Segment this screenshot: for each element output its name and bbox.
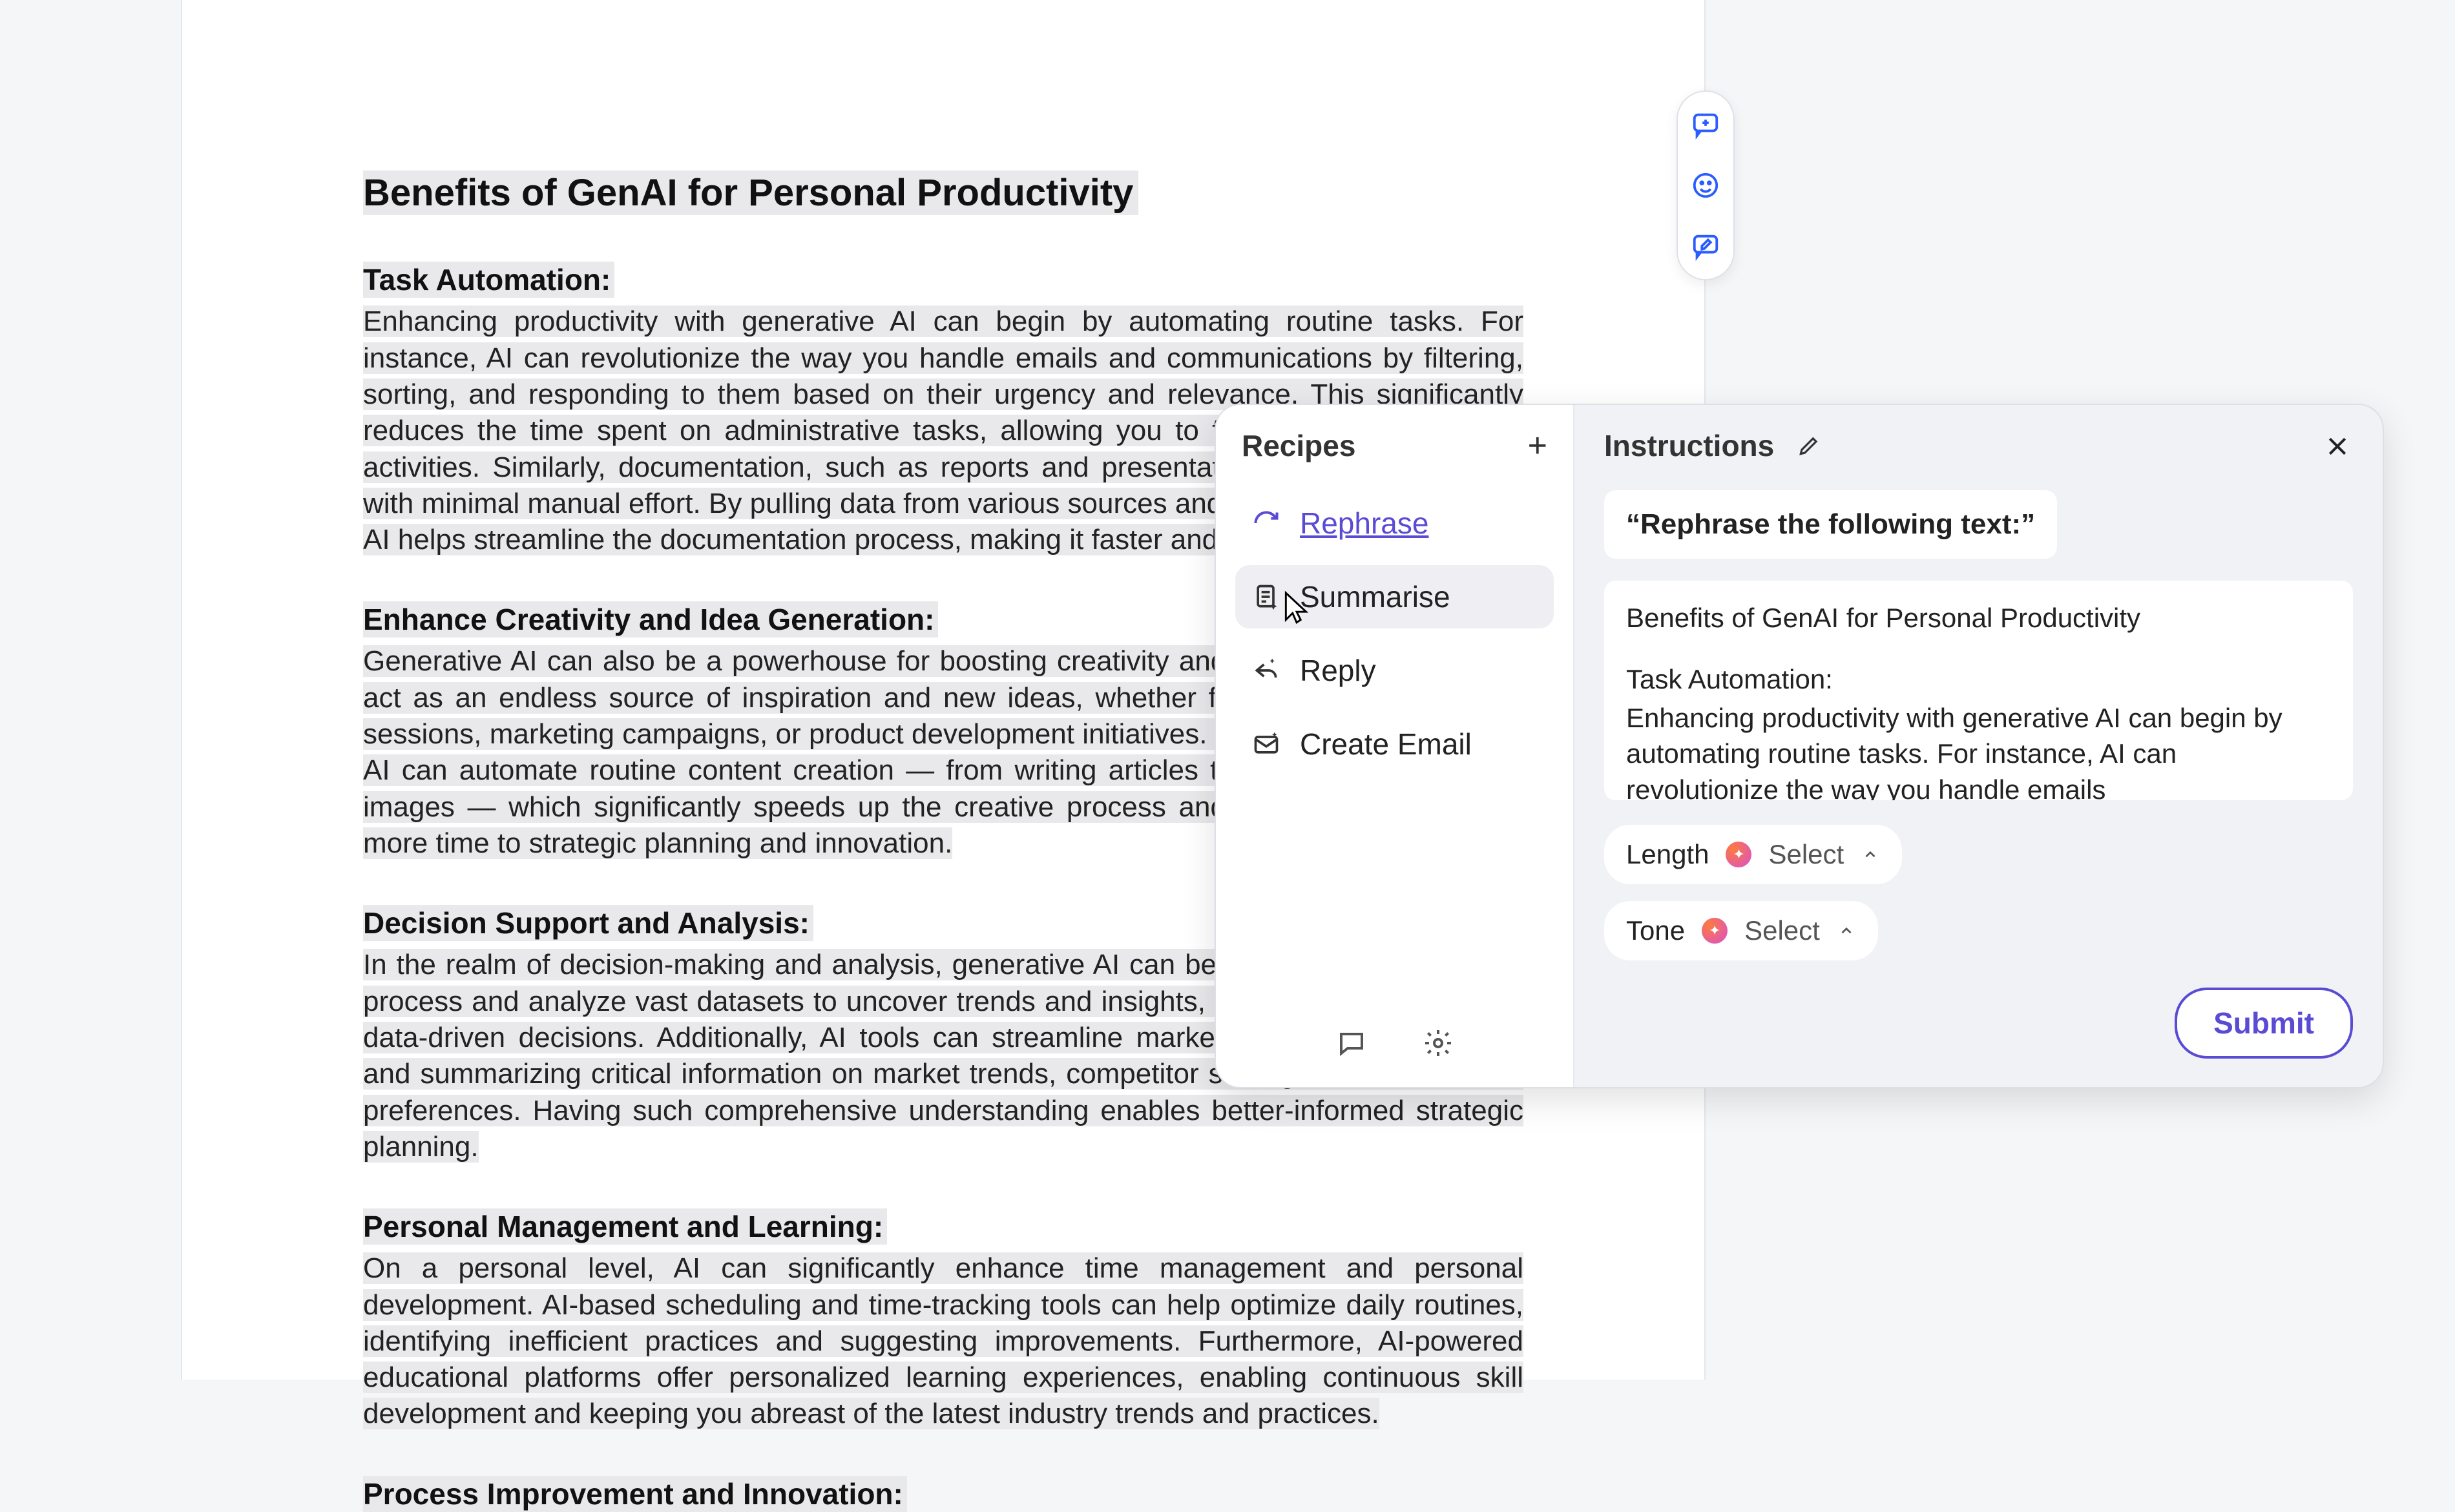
section-heading: Task Automation: (363, 262, 614, 298)
param-row: Tone Select (1604, 901, 2353, 960)
section-heading: Enhance Creativity and Idea Generation: (363, 601, 938, 637)
recipe-create-email[interactable]: Create Email (1235, 712, 1554, 776)
param-value: Select (1744, 915, 1820, 946)
param-label: Length (1626, 839, 1709, 870)
reply-sparkle-icon (1249, 654, 1283, 687)
recipe-rephrase[interactable]: Rephrase (1235, 492, 1554, 555)
prompt-text: “Rephrase the following text:” (1604, 490, 2057, 559)
sparkle-icon (1726, 842, 1751, 867)
mail-sparkle-icon (1249, 727, 1283, 761)
chevron-up-icon (1837, 921, 1856, 940)
length-selector[interactable]: Length Select (1604, 825, 1902, 884)
context-preview[interactable]: Benefits of GenAI for Personal Productiv… (1604, 581, 2353, 800)
close-panel-button[interactable] (2322, 431, 2353, 462)
section-body: On a personal level, AI can significantl… (363, 1250, 1523, 1433)
context-subheading: Task Automation: (1626, 661, 2331, 697)
recipe-list: Rephrase Summarise Reply (1216, 475, 1573, 776)
recipe-label: Summarise (1300, 579, 1450, 614)
suggest-edit-button[interactable] (1688, 229, 1723, 264)
chat-button[interactable] (1333, 1025, 1370, 1061)
param-value: Select (1768, 839, 1844, 870)
section-heading: Process Improvement and Innovation: (363, 1476, 907, 1512)
recipe-reply[interactable]: Reply (1235, 639, 1554, 702)
edit-instructions-button[interactable] (1795, 431, 1823, 460)
instructions-title: Instructions (1604, 428, 1774, 463)
context-title: Benefits of GenAI for Personal Productiv… (1626, 600, 2331, 636)
document-title: Benefits of GenAI for Personal Productiv… (363, 171, 1138, 215)
comment-toolbar (1677, 90, 1735, 280)
instructions-column: Instructions “Rephrase the following tex… (1574, 405, 2383, 1087)
sparkle-icon (1702, 918, 1728, 944)
chevron-up-icon (1861, 845, 1880, 864)
recipe-summarise[interactable]: Summarise (1235, 565, 1554, 628)
doc-section: Process Improvement and Innovation: (363, 1476, 1523, 1511)
param-row: Length Select (1604, 825, 2353, 884)
recipe-label: Reply (1300, 653, 1376, 688)
recipe-label: Create Email (1300, 727, 1472, 761)
context-body: Enhancing productivity with generative A… (1626, 700, 2331, 800)
doc-section: Personal Management and Learning: On a p… (363, 1209, 1523, 1433)
tone-selector[interactable]: Tone Select (1604, 901, 1878, 960)
recipes-column: Recipes + Rephrase Summarise (1216, 405, 1574, 1087)
ai-panel: Recipes + Rephrase Summarise (1215, 404, 2384, 1088)
document-sparkle-icon (1249, 580, 1283, 614)
add-comment-button[interactable] (1688, 107, 1723, 142)
add-recipe-button[interactable]: + (1528, 429, 1547, 462)
recipes-header: Recipes + (1216, 405, 1573, 475)
settings-button[interactable] (1420, 1025, 1456, 1061)
section-heading: Personal Management and Learning: (363, 1208, 887, 1245)
instructions-header: Instructions (1604, 428, 2353, 463)
recipe-label: Rephrase (1300, 506, 1428, 541)
recipes-footer (1216, 1025, 1573, 1087)
param-label: Tone (1626, 915, 1685, 946)
submit-button[interactable]: Submit (2175, 988, 2353, 1059)
section-heading: Decision Support and Analysis: (363, 905, 813, 941)
recipes-title: Recipes (1242, 428, 1355, 463)
refresh-icon (1249, 506, 1283, 540)
emoji-button[interactable] (1688, 168, 1723, 203)
